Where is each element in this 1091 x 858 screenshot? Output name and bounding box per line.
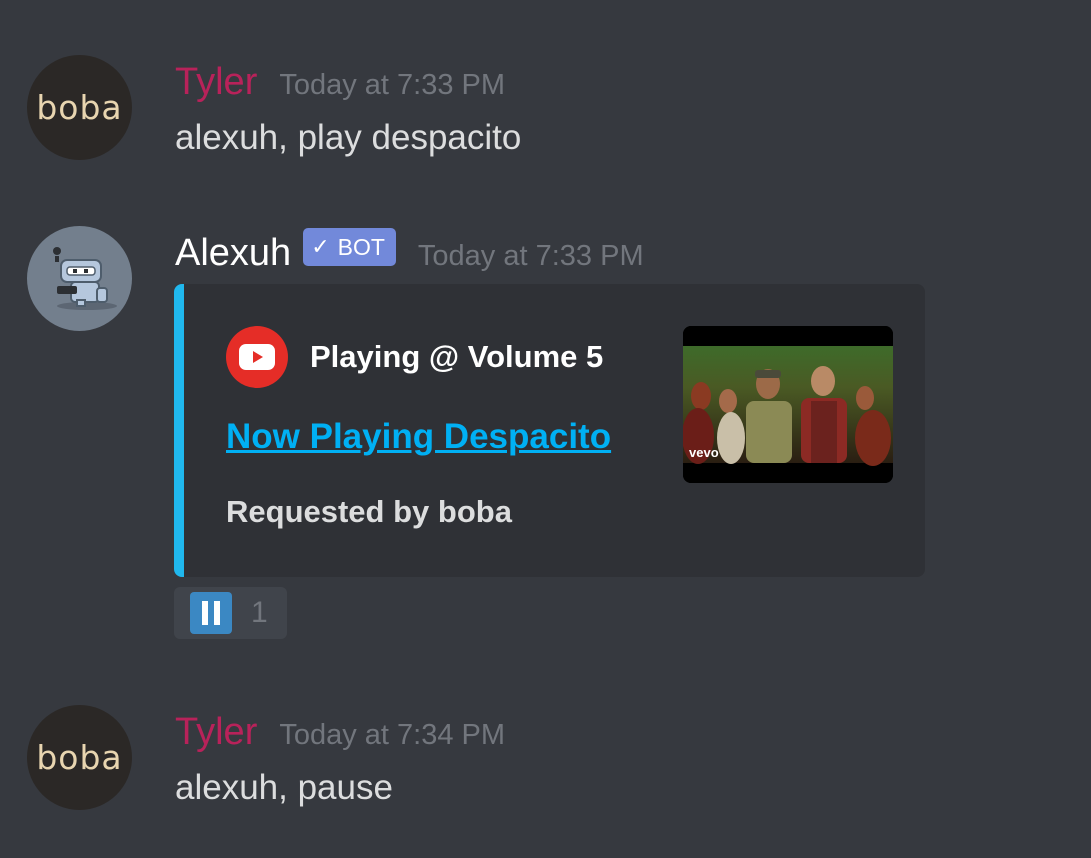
bot-avatar[interactable] (27, 226, 132, 331)
avatar[interactable]: boba (27, 705, 132, 810)
username[interactable]: Alexuh (175, 231, 291, 275)
check-icon: ✓ (311, 234, 330, 259)
embed-author: Playing @ Volume 5 (226, 326, 603, 388)
youtube-icon (226, 326, 288, 388)
embed: Playing @ Volume 5 Now Playing Despacito… (174, 284, 925, 577)
video-thumbnail[interactable]: vevo (683, 326, 893, 483)
message-content: alexuh, pause (175, 768, 393, 807)
reaction-pause[interactable]: 1 (174, 587, 287, 639)
message-header: Tyler Today at 7:33 PM (175, 60, 505, 104)
bot-tag: ✓ BOT (303, 228, 396, 266)
bot-tag-label: BOT (337, 233, 385, 260)
avatar-text: boba (36, 88, 123, 127)
video-thumbnail-image: vevo (683, 326, 893, 483)
timestamp: Today at 7:33 PM (417, 240, 644, 272)
message-header: Alexuh ✓ BOT Today at 7:33 PM (175, 228, 644, 275)
username[interactable]: Tyler (175, 710, 257, 754)
embed-title-link[interactable]: Now Playing Despacito (226, 417, 611, 457)
embed-description: Requested by boba (226, 494, 512, 529)
pause-button-icon (190, 592, 232, 634)
reaction-count: 1 (251, 596, 268, 629)
avatar-text: boba (36, 738, 123, 777)
vevo-watermark: vevo (689, 445, 719, 460)
message-content: alexuh, play despacito (175, 118, 522, 157)
timestamp: Today at 7:34 PM (279, 719, 506, 751)
robot-icon (53, 247, 117, 310)
message-header: Tyler Today at 7:34 PM (175, 710, 505, 754)
timestamp: Today at 7:33 PM (279, 69, 506, 101)
avatar[interactable]: boba (27, 55, 132, 160)
username[interactable]: Tyler (175, 60, 257, 104)
embed-author-name: Playing @ Volume 5 (310, 339, 604, 374)
chat-messages: boba Tyler Today at 7:33 PM alexuh, play… (0, 0, 1091, 858)
